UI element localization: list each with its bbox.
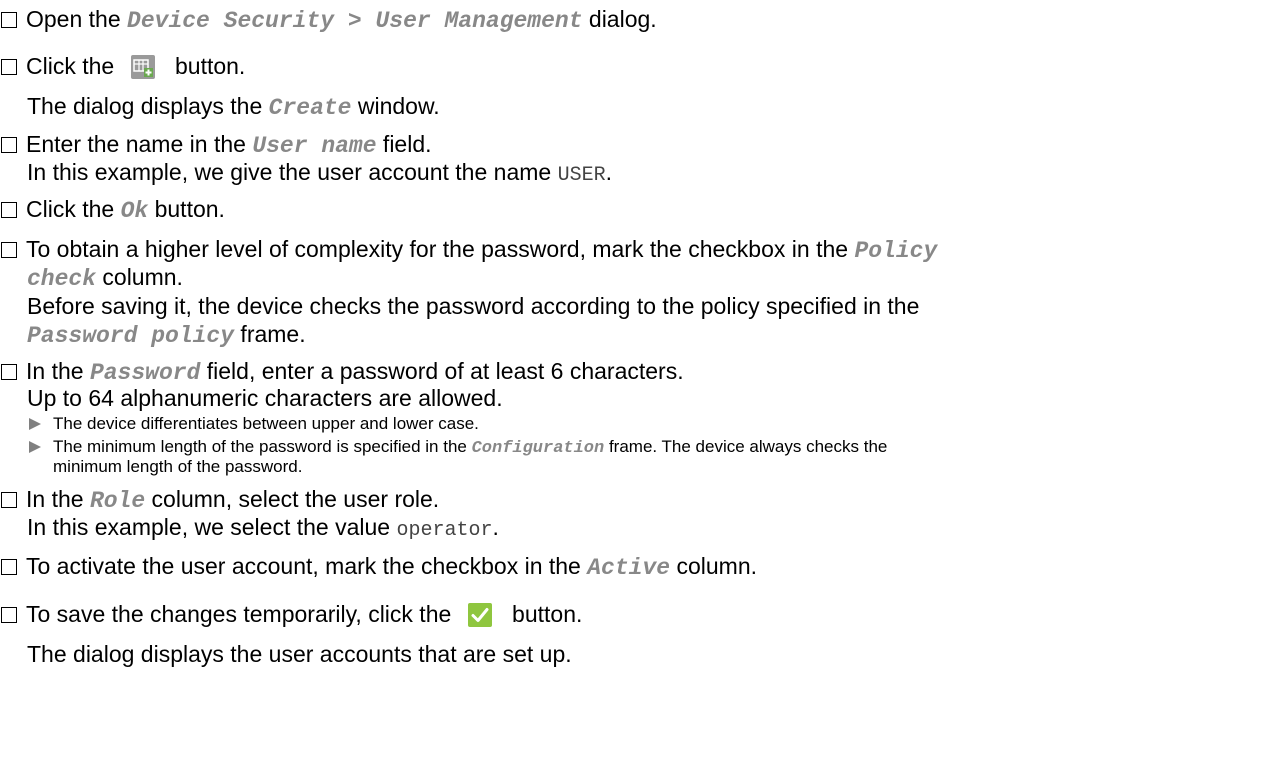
step-note: In this example, we select the value ope… <box>27 514 499 542</box>
step-activate-account: To activate the user account, mark the c… <box>0 552 757 582</box>
step-checkbox[interactable] <box>1 559 17 575</box>
step-note: Password policy frame. <box>27 321 306 349</box>
bullet-continuation: minimum length of the password. <box>53 457 303 476</box>
instruction-page: Open the Device Security > User Manageme… <box>0 0 1266 758</box>
step-enter-password: In the Password field, enter a password … <box>0 357 684 387</box>
bullet-item: The device differentiates between upper … <box>29 413 479 435</box>
step-note: The dialog displays the Create window. <box>27 93 440 121</box>
create-table-icon[interactable] <box>130 55 155 79</box>
step-checkbox[interactable] <box>1 137 17 153</box>
bullet-arrow-icon <box>29 441 41 453</box>
step-select-role: In the Role column, select the user role… <box>0 485 439 515</box>
step-open-dialog: Open the Device Security > User Manageme… <box>0 5 657 35</box>
step-note: The dialog displays the user accounts th… <box>27 641 572 667</box>
step-note: Up to 64 alphanumeric characters are all… <box>27 385 503 411</box>
step-note: In this example, we give the user accoun… <box>27 159 612 187</box>
step-enter-name: Enter the name in the User name field. <box>0 130 432 160</box>
step-note: Before saving it, the device checks the … <box>27 293 920 319</box>
step-click-create: Click the button. <box>0 52 245 80</box>
step-checkbox[interactable] <box>1 242 17 258</box>
menu-path: Device Security > User Management <box>127 8 583 34</box>
step-continuation: check column. <box>27 264 183 292</box>
step-checkbox[interactable] <box>1 202 17 218</box>
step-policy-check: To obtain a higher level of complexity f… <box>0 235 937 265</box>
bullet-arrow-icon <box>29 418 41 430</box>
checkmark-icon[interactable] <box>467 603 492 627</box>
step-checkbox[interactable] <box>1 12 17 28</box>
step-click-ok: Click the Ok button. <box>0 195 225 225</box>
step-checkbox[interactable] <box>1 607 17 623</box>
step-checkbox[interactable] <box>1 59 17 75</box>
step-checkbox[interactable] <box>1 492 17 508</box>
step-save-changes: To save the changes temporarily, click t… <box>0 600 582 628</box>
step-checkbox[interactable] <box>1 364 17 380</box>
